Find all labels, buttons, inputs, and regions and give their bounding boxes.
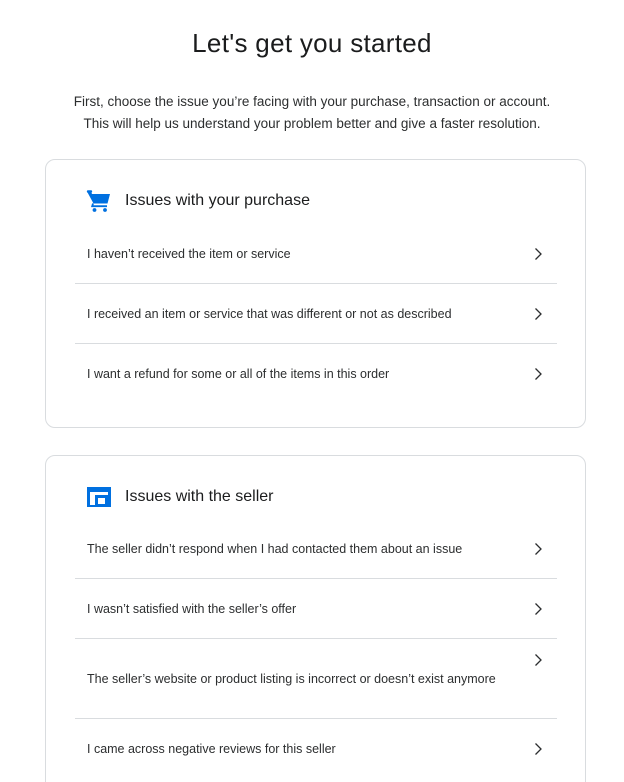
purchase-issues-list: I haven’t received the item or service I… — [75, 224, 557, 404]
intro-line-2: This will help us understand your proble… — [83, 116, 541, 131]
issue-item-label: I came across negative reviews for this … — [87, 742, 336, 756]
issue-item-label: I received an item or service that was d… — [87, 306, 452, 321]
storefront-icon — [86, 484, 112, 510]
page-title: Let's get you started — [192, 28, 432, 58]
seller-issues-heading: Issues with the seller — [125, 488, 274, 505]
seller-issues-list: The seller didn’t respond when I had con… — [75, 519, 557, 779]
issue-item-label: The seller’s website or product listing … — [87, 671, 496, 686]
chevron-right-icon — [535, 247, 542, 260]
chevron-right-icon — [535, 602, 542, 615]
intro-text: First, choose the issue you’re facing wi… — [0, 91, 624, 135]
purchase-issues-header: Issues with your purchase — [86, 188, 310, 214]
shopping-cart-icon — [86, 188, 112, 214]
issue-item-want-refund[interactable]: I want a refund for some or all of the i… — [75, 344, 557, 404]
issue-item-not-as-described[interactable]: I received an item or service that was d… — [75, 284, 557, 344]
issue-seller-listing-incorrect[interactable]: The seller’s website or product listing … — [75, 639, 557, 719]
chevron-right-icon — [535, 743, 542, 755]
issue-selection-page: Let's get you started First, choose the … — [0, 0, 624, 782]
issue-seller-offer[interactable]: I wasn’t satisfied with the seller’s off… — [75, 579, 557, 639]
seller-issues-card: Issues with the seller The seller didn’t… — [45, 455, 586, 782]
issue-seller-no-response[interactable]: The seller didn’t respond when I had con… — [75, 519, 557, 579]
seller-issues-header: Issues with the seller — [86, 484, 274, 510]
purchase-issues-heading: Issues with your purchase — [125, 192, 310, 209]
issue-item-not-received[interactable]: I haven’t received the item or service — [75, 224, 557, 284]
intro-line-1: First, choose the issue you’re facing wi… — [73, 94, 551, 109]
issue-item-label: I haven’t received the item or service — [87, 246, 291, 261]
chevron-right-icon — [535, 542, 542, 555]
issue-seller-negative-reviews[interactable]: I came across negative reviews for this … — [75, 719, 557, 779]
chevron-right-icon — [535, 368, 542, 380]
chevron-right-icon — [535, 654, 542, 666]
purchase-issues-card: Issues with your purchase I haven’t rece… — [45, 159, 586, 428]
chevron-right-icon — [535, 307, 542, 320]
issue-item-label: The seller didn’t respond when I had con… — [87, 541, 463, 556]
issue-item-label: I wasn’t satisfied with the seller’s off… — [87, 601, 297, 616]
issue-item-label: I want a refund for some or all of the i… — [87, 367, 390, 381]
